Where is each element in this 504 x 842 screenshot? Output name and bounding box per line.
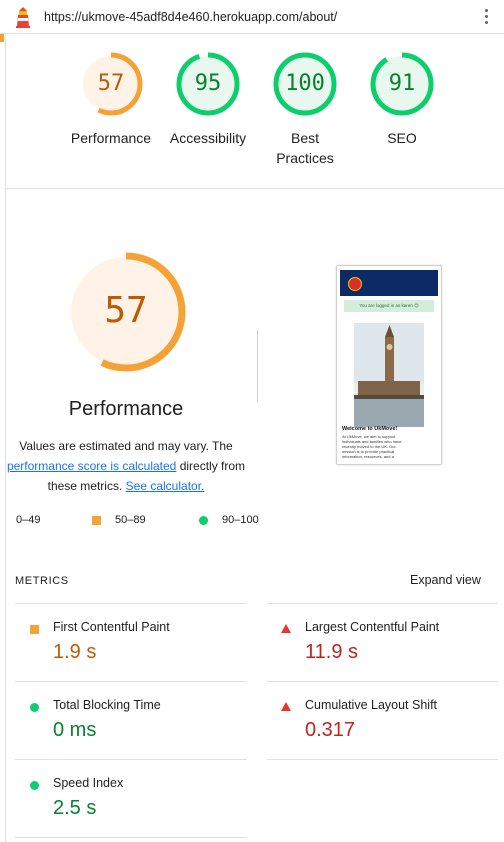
legend-square-icon [92,516,101,525]
gauge-score: 57 [97,71,125,96]
expand-view-toggle[interactable]: Expand view [410,573,481,587]
gauge-label: Accessibility [169,130,247,146]
fail-triangle-icon [281,702,291,711]
legend-range: 90–100 [222,514,259,526]
thumb-heading: Welcome to UkMove! [342,426,398,432]
vertical-separator [257,330,258,402]
gauge-label: Best Practices [276,130,334,166]
legend-range: 0–49 [16,514,41,526]
metrics-heading: METRICS [15,575,69,587]
metric-fcp: First Contentful Paint 1.9 s [15,604,245,682]
gauge-seo[interactable]: 91 SEO [352,51,452,148]
lighthouse-icon [16,7,30,28]
performance-description: Values are estimated and may vary. The p… [0,436,252,496]
gauge-score: 95 [194,71,222,96]
metric-label: Cumulative Layout Shift [305,698,438,712]
metric-label: First Contentful Paint [53,620,170,634]
metric-label: Total Blocking Time [53,698,161,712]
fail-triangle-icon [281,624,291,633]
thumb-paragraph: At UkMove, we aim to support individuals… [342,434,402,459]
metric-cls: Cumulative Layout Shift 0.317 [267,682,497,760]
performance-score: 57 [104,290,148,331]
thumb-alert: You are logged in as karen 😊 [344,300,434,312]
gauge-label: SEO [387,130,417,146]
gauge-label: Performance [70,130,152,146]
desc-text: directly from [179,459,246,473]
metric-value: 1.9 s [53,641,97,663]
gauge-best-practices[interactable]: 100 Best Practices [255,51,355,168]
logo-icon [348,277,362,291]
page-screenshot-thumbnail[interactable]: You are logged in as karen 😊 Welcome to … [336,265,442,465]
pass-circle-icon [30,703,39,712]
gauge-score: 91 [388,71,416,96]
metric-tbt: Total Blocking Time 0 ms [15,682,245,760]
edge-marker [0,34,4,42]
desc-text: these metrics. [47,479,123,493]
url-text[interactable]: https://ukmove-45adf8d4e460.herokuapp.co… [44,10,337,24]
metric-value: 2.5 s [53,797,97,819]
row-divider [267,759,498,760]
legend-circle-icon [199,516,208,525]
metric-value: 0.317 [305,719,356,741]
gauge-performance[interactable]: 57 Performance [61,51,161,148]
legend-range: 50–89 [115,514,146,526]
thumb-navbar [340,270,438,296]
section-divider [6,188,504,189]
metric-label: Speed Index [53,776,124,790]
see-calculator-link[interactable]: See calculator. [126,479,205,493]
metric-lcp: Largest Contentful Paint 11.9 s [267,604,497,682]
score-calculated-link[interactable]: performance score is calculated [7,459,176,473]
metric-value: 0 ms [53,719,97,741]
big-ben-photo-icon [354,323,424,427]
row-divider [15,837,247,838]
performance-title: Performance [68,398,184,420]
metric-speed-index: Speed Index 2.5 s [15,760,245,838]
average-square-icon [30,625,39,634]
gauge-accessibility[interactable]: 95 Accessibility [158,51,258,148]
pass-circle-icon [30,781,39,790]
more-options-icon[interactable] [484,9,490,27]
metric-value: 11.9 s [305,641,358,663]
gauge-score: 100 [285,71,325,96]
desc-text: Values are estimated and may vary. The [19,439,233,453]
address-bar: https://ukmove-45adf8d4e460.herokuapp.co… [0,0,504,34]
metric-label: Largest Contentful Paint [305,620,440,634]
